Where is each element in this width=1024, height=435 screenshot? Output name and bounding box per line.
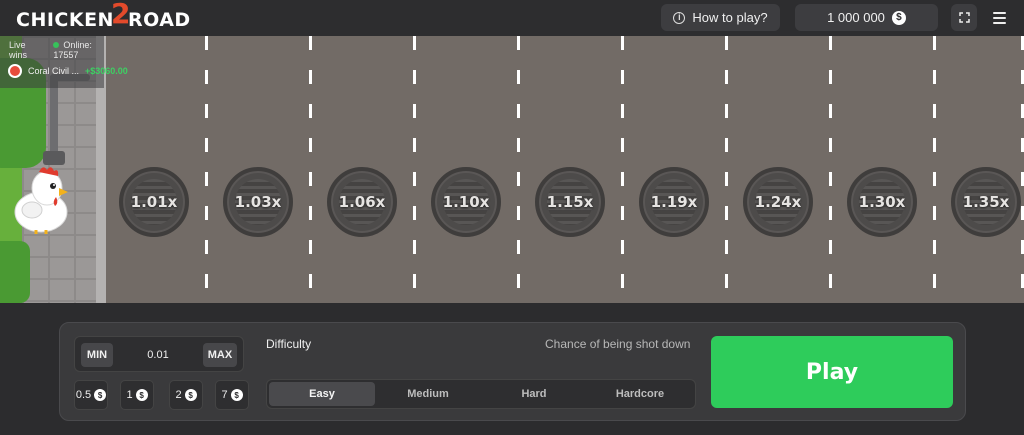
online-count-text: Online: 17557 [53,40,92,60]
multiplier-label: 1.01x [130,193,178,211]
bet-amount-field: MIN 0.01 MAX [74,336,244,372]
multiplier-label: 1.15x [546,193,594,211]
multiplier-label: 1.06x [338,193,386,211]
lane-divider [413,36,416,303]
street-lamp-icon [50,76,58,161]
chip-label: 0.5 [75,389,92,401]
balance-value: 1 000 000 [827,10,885,25]
logo-text-two: 2 [110,0,131,30]
multiplier-label: 1.24x [754,193,802,211]
dollar-coin-icon: $ [891,10,906,25]
dollar-coin-icon: $ [230,389,243,401]
fullscreen-icon [958,12,970,23]
difficulty-label: Difficulty [266,337,312,351]
play-button[interactable]: Play [711,336,953,408]
info-icon: i [673,11,686,24]
bet-amount-input[interactable]: 0.01 [115,337,201,373]
quick-bet-chip[interactable]: 7 $ [215,380,249,410]
how-to-play-button[interactable]: i How to play? [661,4,780,31]
manhole-multiplier[interactable]: 1.15x [535,167,605,237]
lane-divider [309,36,312,303]
quick-bet-chip[interactable]: 0.5 $ [74,380,108,410]
manhole-multiplier[interactable]: 1.19x [639,167,709,237]
quick-bet-chip[interactable]: 1 $ [120,380,154,410]
difficulty-hardcore-tab[interactable]: Hardcore [587,382,693,406]
difficulty-medium-tab[interactable]: Medium [375,382,481,406]
online-count: Online: 17557 [53,40,104,60]
difficulty-easy-tab[interactable]: Easy [269,382,375,406]
top-bar: CHICKEN 2 ROAD i How to play? 1 000 000 … [0,0,1024,36]
winner-name: Coral Civil ... [28,66,80,76]
dollar-coin-icon: $ [184,389,197,401]
online-dot-icon [53,42,60,48]
difficulty-hard-tab[interactable]: Hard [481,382,587,406]
live-wins-panel: Live wins Online: 17557 Coral Civil ... … [0,36,128,88]
multiplier-label: 1.03x [234,193,282,211]
lane-divider [621,36,624,303]
multiplier-label: 1.10x [442,193,490,211]
min-bet-button[interactable]: MIN [81,343,113,367]
manhole-multiplier[interactable]: 1.01x [119,167,189,237]
bush-icon [0,241,30,303]
dollar-coin-icon: $ [94,389,107,401]
multiplier-label: 1.19x [650,193,698,211]
lane-divider [933,36,936,303]
how-to-play-label: How to play? [692,10,768,25]
chip-label: 2 [175,389,182,401]
chance-label: Chance of being shot down [545,337,691,351]
winner-amount: +$3060.00 [85,66,128,76]
avatar [8,64,22,78]
max-bet-button[interactable]: MAX [203,343,237,367]
logo-text-road: ROAD [127,8,191,31]
chicken-icon [14,167,68,234]
multiplier-label: 1.35x [962,193,1010,211]
lane-divider [829,36,832,303]
live-wins-label: Live wins [9,40,28,60]
manhole-multiplier[interactable]: 1.06x [327,167,397,237]
game-board: Live wins Online: 17557 Coral Civil ... … [0,36,1024,303]
lane-divider [517,36,520,303]
manhole-multiplier[interactable]: 1.03x [223,167,293,237]
manhole-multiplier[interactable]: 1.24x [743,167,813,237]
balance-display: 1 000 000 $ [795,4,938,31]
street-lamp-base [43,151,65,165]
bet-control-panel: MIN 0.01 MAX 0.5 $ 1 $ 2 $ 7 $ Difficulty Ch… [59,322,966,421]
lane-divider [725,36,728,303]
difficulty-selector: Easy Medium Hard Hardcore [266,379,696,409]
lane-divider [205,36,208,303]
manhole-multiplier[interactable]: 1.10x [431,167,501,237]
chip-label: 1 [126,389,133,401]
multiplier-label: 1.30x [858,193,906,211]
dollar-coin-icon: $ [135,389,148,401]
manhole-multiplier[interactable]: 1.30x [847,167,917,237]
manhole-multiplier[interactable]: 1.35x [951,167,1021,237]
live-win-entry: Coral Civil ... +$3060.00 [8,64,128,78]
fullscreen-button[interactable] [951,4,977,31]
logo-text-chicken: CHICKEN [16,8,114,31]
quick-bet-chip[interactable]: 2 $ [169,380,203,410]
chip-label: 7 [221,389,228,401]
logo: CHICKEN 2 ROAD [16,0,191,32]
hamburger-menu-icon[interactable] [988,4,1010,31]
